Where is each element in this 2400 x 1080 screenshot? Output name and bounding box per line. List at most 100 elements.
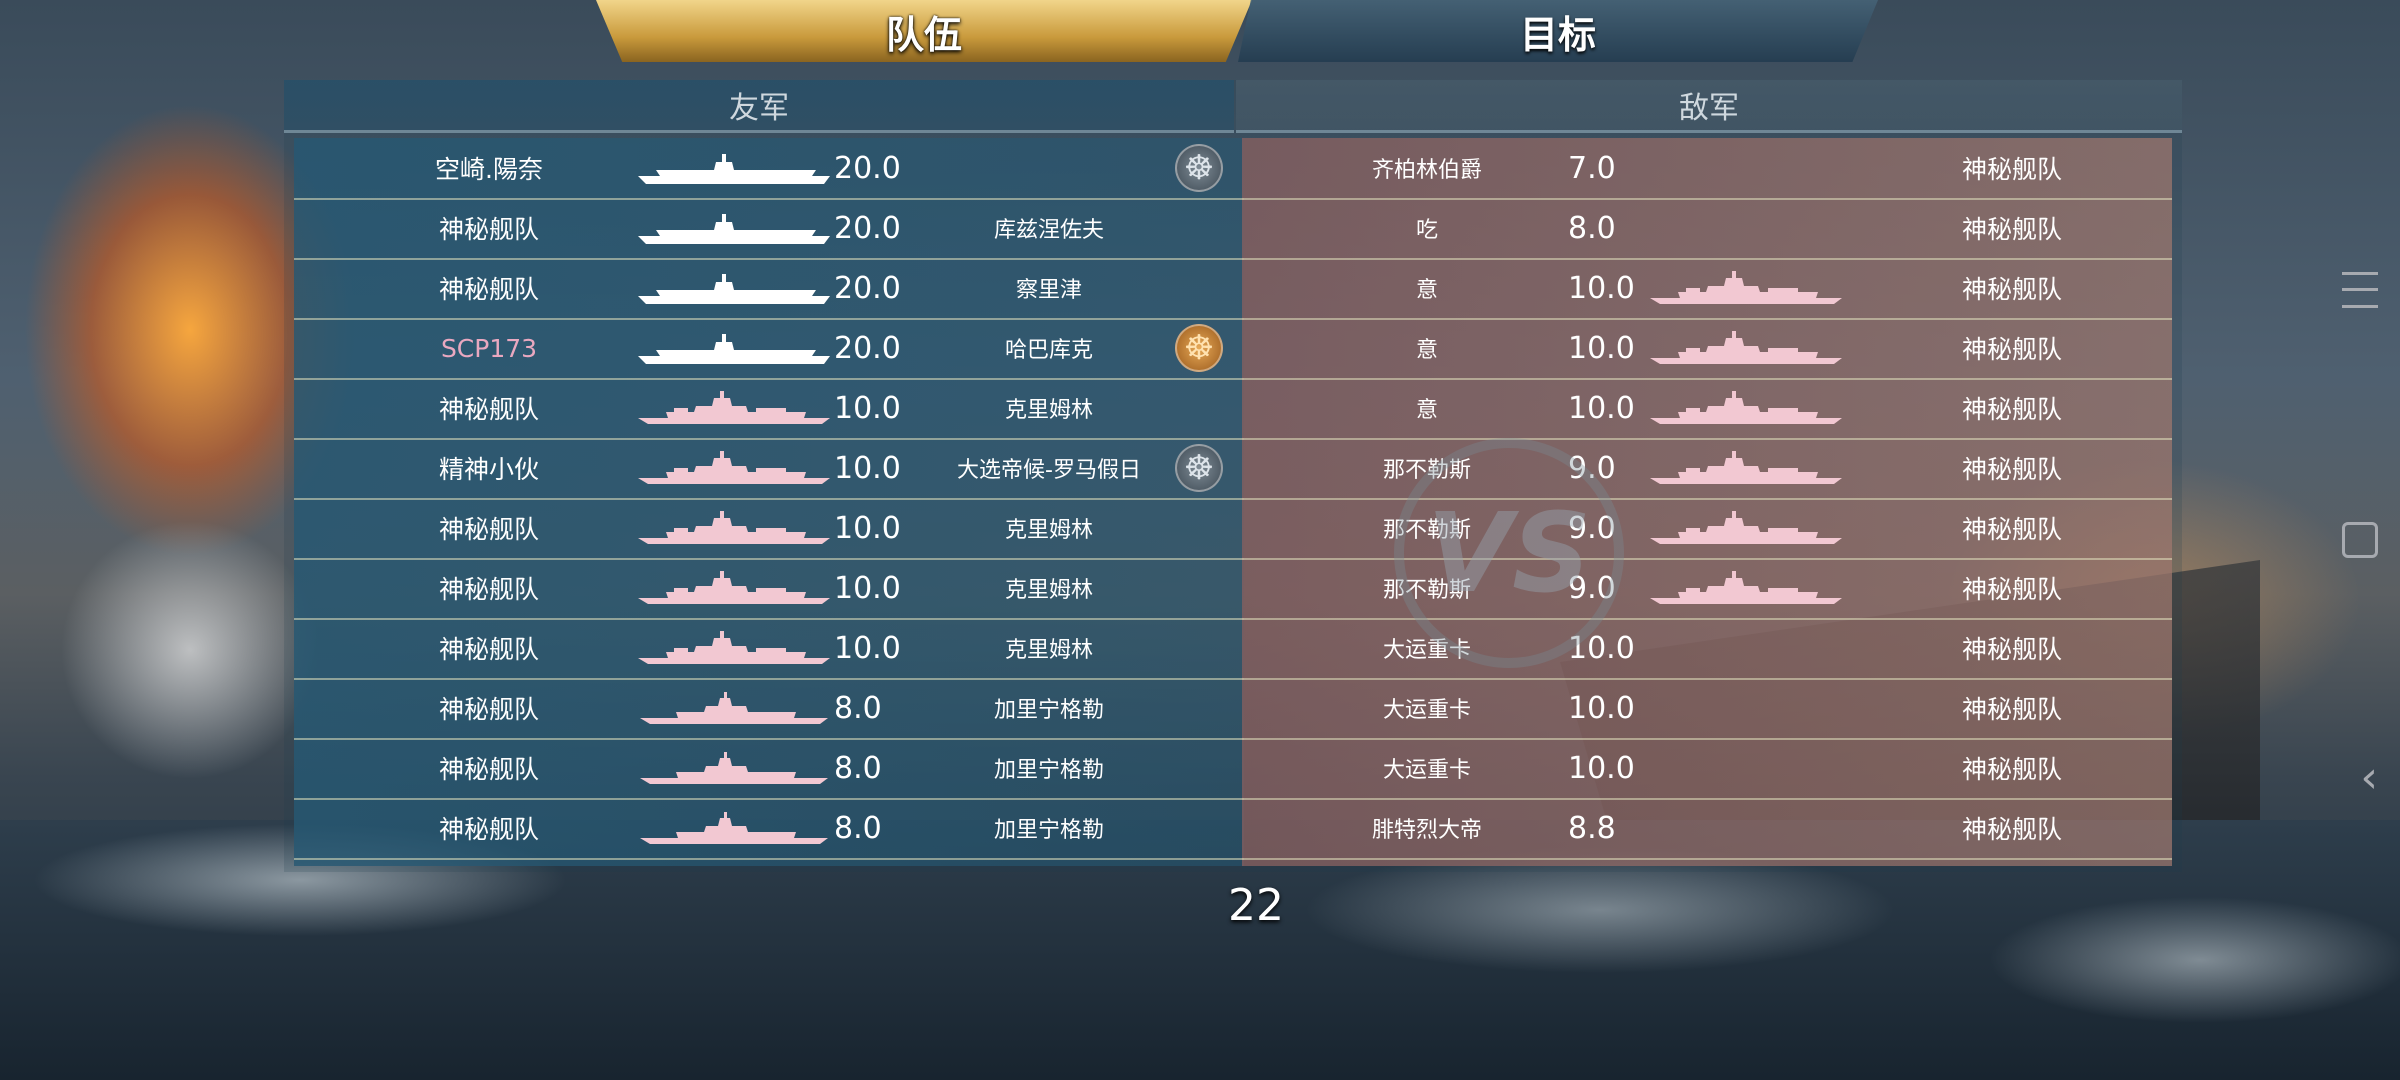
friendly-row[interactable]: 空崎.陽奈 20.0 ☸ [294,138,1244,200]
enemy-row[interactable]: 吃 8.0 神秘舰队 [1242,198,2172,260]
battleship-silhouette-icon [638,511,830,544]
enemy-row[interactable]: 齐柏林伯爵 7.0 神秘舰队 [1242,138,2172,200]
player-name: 神秘舰队 [1961,155,2062,184]
battleship-silhouette-icon [1650,331,1842,364]
friendly-row[interactable]: SCP173 20.0 哈巴库克 ☸ [294,318,1244,380]
battleship-silhouette-icon [1650,571,1842,604]
ship-silhouette [1646,138,1846,198]
ship-silhouette [634,258,834,318]
vs-emblem: VS [1394,438,1624,668]
tab-team[interactable]: 队伍 [596,0,1252,62]
player-name: 神秘舰队 [1961,275,2062,304]
carrier-silhouette-icon [638,334,830,364]
battleship-silhouette-icon [638,391,830,424]
player-name: 神秘舰队 [438,575,539,604]
ship-silhouette [1646,498,1846,558]
friendly-row[interactable]: 神秘舰队 20.0 察里津 [294,258,1244,320]
friendly-row[interactable]: 神秘舰队 8.0 加里宁格勒 [294,798,1244,860]
home-icon[interactable] [2342,522,2378,558]
tab-target[interactable]: 目标 [1238,0,1878,62]
enemy-row[interactable]: 大运重卡 10.0 神秘舰队 [1242,618,2172,680]
player-name: 神秘舰队 [1961,335,2062,364]
explosion-smoke [60,520,320,780]
ship-wheel-steel-icon: ☸ [1175,144,1223,192]
player-name: 神秘舰队 [1961,515,2062,544]
rank-badge: ☸ [1169,318,1229,378]
friendly-row[interactable]: 神秘舰队 10.0 克里姆林 [294,498,1244,560]
ship-silhouette [634,318,834,378]
menu-icon[interactable] [2342,272,2378,308]
enemy-row[interactable]: 那不勒斯 9.0 神秘舰队 [1242,498,2172,560]
player-name: 神秘舰队 [438,275,539,304]
enemy-row[interactable]: 腓特烈大帝 8.8 神秘舰队 [1242,798,2172,860]
enemy-row[interactable]: 大运重卡 10.0 神秘舰队 [1242,678,2172,740]
ship-silhouette [634,198,834,258]
friendly-row[interactable]: 神秘舰队 8.0 加里宁格勒 [294,738,1244,800]
friendly-row[interactable]: 神秘舰队 10.0 克里姆林 [294,378,1244,440]
ship-name: 加里宁格勒 [993,698,1104,723]
ship-silhouette [1646,438,1846,498]
friendly-row[interactable]: 精神小伙 10.0 大选帝候-罗马假日 ☸ [294,438,1244,500]
ship-silhouette [1646,738,1846,798]
player-name: 神秘舰队 [1961,635,2062,664]
ship-name: 加里宁格勒 [993,818,1104,843]
rank-badge: ☸ [1169,138,1229,198]
ship-name: 大运重卡 [1382,698,1471,723]
friendly-list: 空崎.陽奈 20.0 ☸ 神秘舰队 20.0 库兹涅佐夫 神秘舰队 20.0 察里津 SCP173… [294,138,1244,866]
ship-name: 腓特烈大帝 [1371,818,1482,843]
enemy-row[interactable]: 那不勒斯 9.0 神秘舰队 [1242,558,2172,620]
ship-silhouette [634,738,834,798]
ship-name: 大运重卡 [1382,758,1471,783]
ship-name: 克里姆林 [1004,398,1093,423]
player-name: 神秘舰队 [1961,695,2062,724]
carrier-silhouette-icon [638,214,830,244]
friendly-row[interactable]: 神秘舰队 8.0 加里宁格勒 [294,678,1244,740]
ship-silhouette [1646,618,1846,678]
player-name: 神秘舰队 [1961,395,2062,424]
friendly-row[interactable]: 神秘舰队 10.0 克里姆林 [294,558,1244,620]
friendly-row[interactable]: 神秘舰队 10.0 克里姆林 [294,618,1244,680]
ship-name: 克里姆林 [1004,638,1093,663]
enemy-row[interactable]: 意 10.0 神秘舰队 [1242,318,2172,380]
battleship-silhouette-icon [1650,451,1842,484]
ship-silhouette [634,438,834,498]
ship-silhouette [634,498,834,558]
player-name: 神秘舰队 [438,695,539,724]
cruiser-silhouette-icon [640,692,828,724]
ship-silhouette [1646,198,1846,258]
enemy-row[interactable]: 那不勒斯 9.0 神秘舰队 [1242,438,2172,500]
matchup-board: 友军 敌军 空崎.陽奈 20.0 ☸ 神秘舰队 20.0 库兹涅佐夫 神秘舰队 20.0 察里津… [284,80,2182,872]
player-name: 空崎.陽奈 [435,155,543,184]
ship-name [904,138,1194,198]
carrier-silhouette-icon [638,274,830,304]
cruiser-silhouette-icon [640,752,828,784]
ship-silhouette [1646,318,1846,378]
player-name: 神秘舰队 [438,395,539,424]
back-icon[interactable]: ‹ [2360,756,2378,800]
carrier-silhouette-icon [638,154,830,184]
ship-name: 察里津 [1015,278,1082,303]
player-name: 神秘舰队 [1961,815,2062,844]
enemy-row[interactable]: 意 10.0 神秘舰队 [1242,378,2172,440]
ship-name: 意 [1415,398,1438,423]
ship-name: 哈巴库克 [1004,338,1093,363]
ship-silhouette [634,558,834,618]
ship-name: 克里姆林 [1004,518,1093,543]
ship-silhouette [634,378,834,438]
player-name: 神秘舰队 [438,635,539,664]
player-name: SCP173 [440,333,538,363]
enemy-row[interactable]: 意 10.0 神秘舰队 [1242,258,2172,320]
enemy-list: 齐柏林伯爵 7.0 神秘舰队吃 8.0 神秘舰队意 10.0 神秘舰队意 10.0 神秘舰队意 1… [1242,138,2172,866]
player-name: 神秘舰队 [438,515,539,544]
cruiser-silhouette-icon [640,812,828,844]
battleship-silhouette-icon [638,571,830,604]
friendly-header: 友军 [284,80,1234,133]
player-name: 神秘舰队 [1961,755,2062,784]
battleship-silhouette-icon [1650,391,1842,424]
player-name: 神秘舰队 [1961,215,2062,244]
system-nav-bar: ‹ [2328,0,2400,1080]
enemy-row[interactable]: 大运重卡 10.0 神秘舰队 [1242,738,2172,800]
player-name: 神秘舰队 [438,215,539,244]
ship-silhouette [1646,258,1846,318]
friendly-row[interactable]: 神秘舰队 20.0 库兹涅佐夫 [294,198,1244,260]
